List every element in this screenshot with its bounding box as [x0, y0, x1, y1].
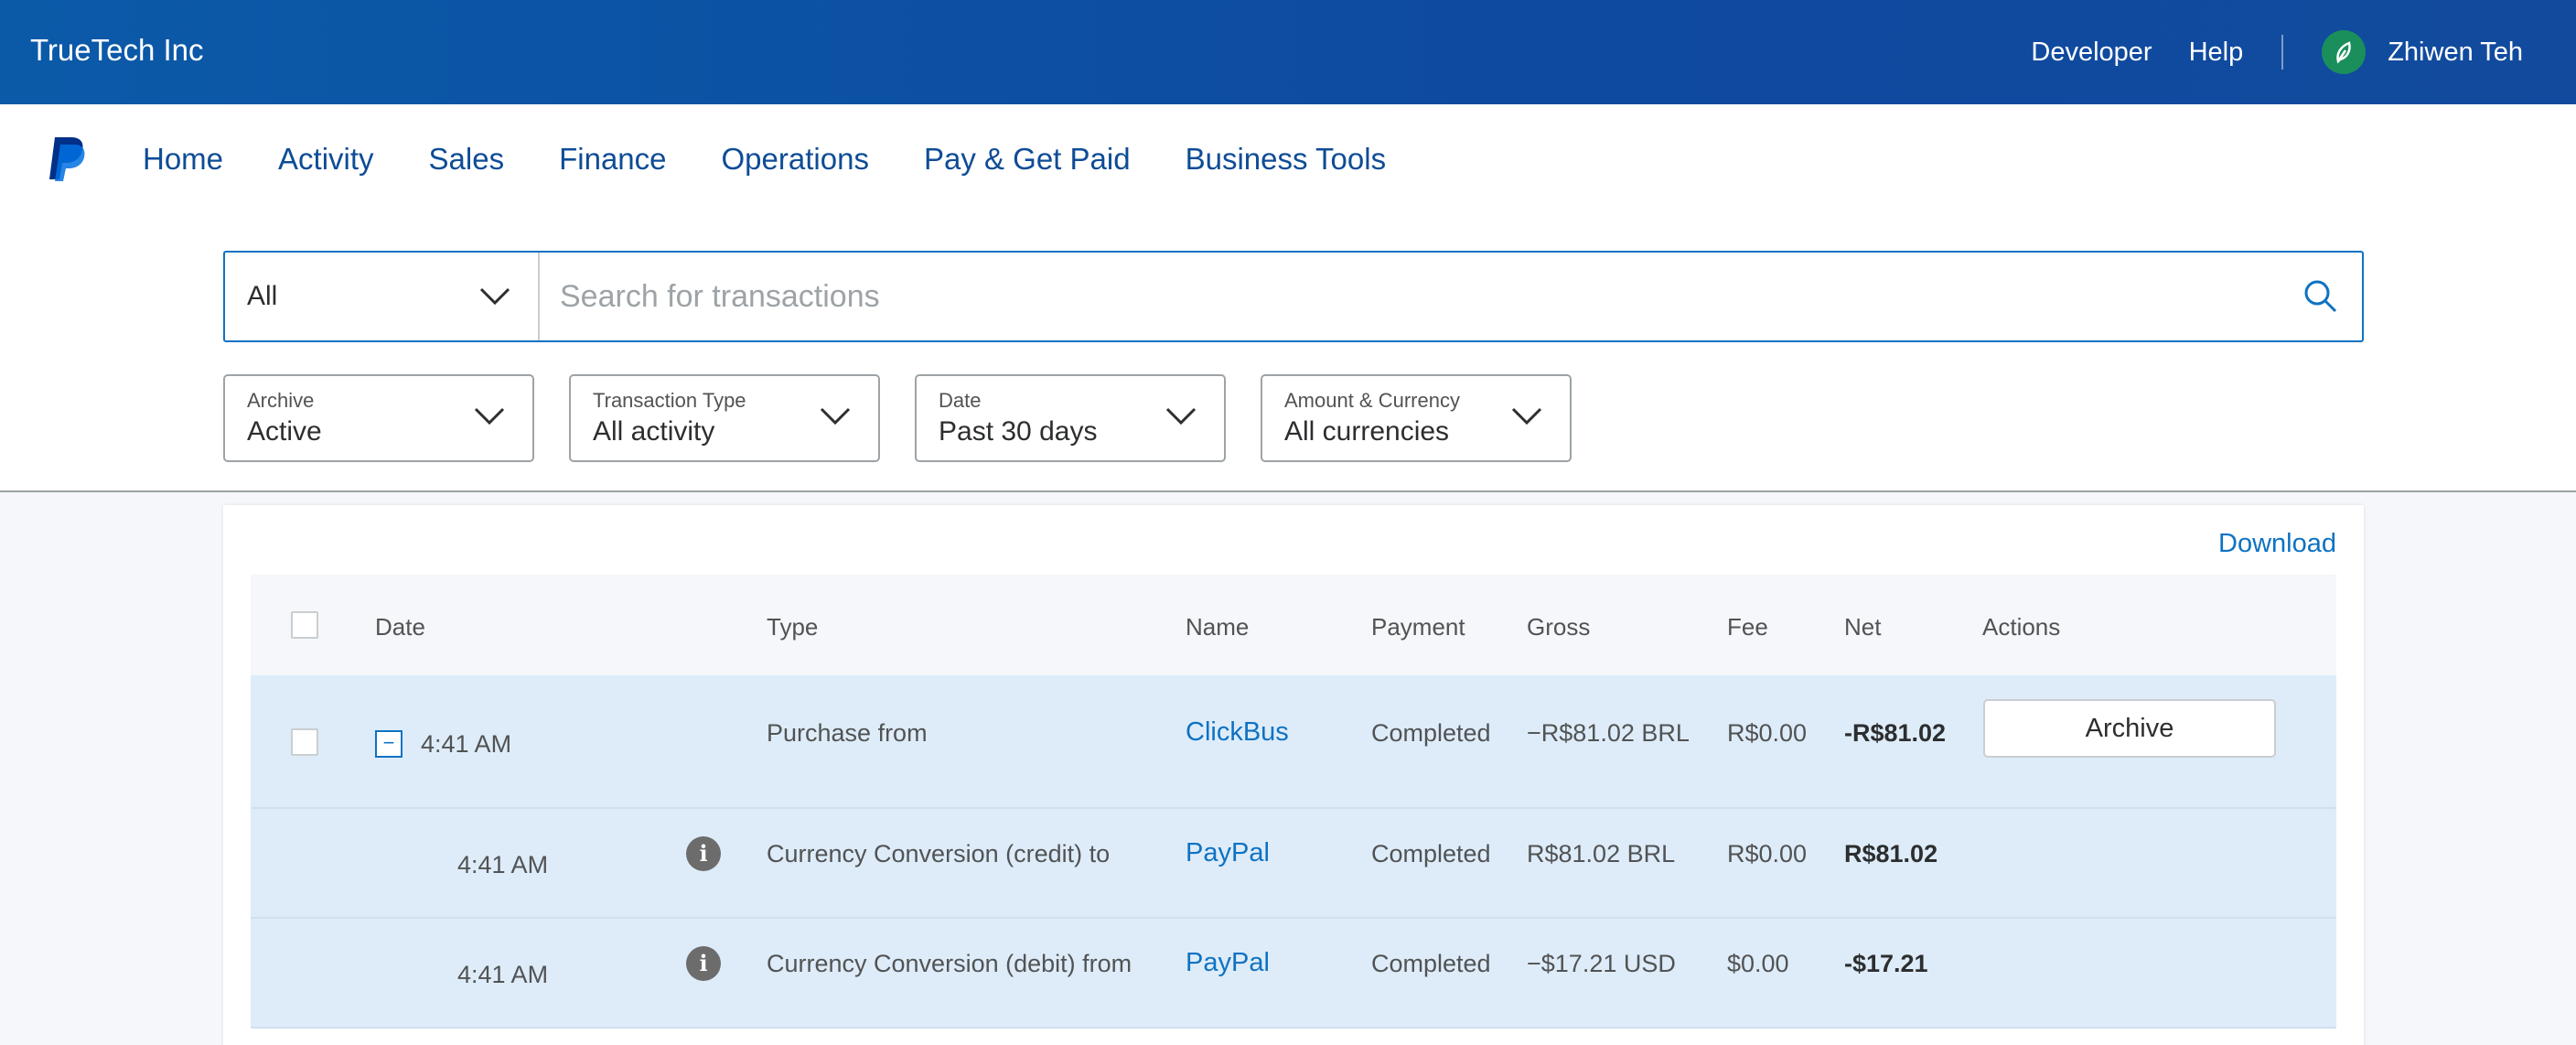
column-header-payment: Payment [1371, 613, 1465, 641]
search-input[interactable] [540, 253, 2280, 340]
row-name-link[interactable]: PayPal [1186, 838, 1270, 868]
amount-currency-filter[interactable]: Amount & Currency All currencies [1261, 374, 1572, 462]
chevron-down-icon [1511, 407, 1542, 426]
row-gross: R$81.02 BRL [1527, 840, 1676, 867]
column-header-date[interactable]: Date [375, 613, 425, 641]
search-button[interactable] [2280, 253, 2362, 340]
nav-business-tools[interactable]: Business Tools [1186, 142, 1387, 177]
archive-button[interactable]: Archive [1983, 699, 2276, 758]
filter-value: Active [247, 416, 322, 447]
row-gross: −R$81.02 BRL [1527, 719, 1690, 747]
info-icon[interactable]: i [686, 836, 721, 871]
nav-activity[interactable]: Activity [278, 142, 374, 177]
row-name-link[interactable]: ClickBus [1186, 717, 1289, 748]
row-time: 4:41 AM [457, 851, 549, 878]
select-all-checkbox[interactable] [291, 611, 318, 639]
column-header-name: Name [1186, 613, 1250, 641]
row-payment-status: Completed [1371, 840, 1491, 867]
chevron-down-icon [474, 407, 505, 426]
search-scope-select[interactable]: All [225, 253, 540, 340]
top-divider [2281, 35, 2284, 70]
help-link[interactable]: Help [2189, 38, 2244, 68]
row-net: R$81.02 [1844, 840, 1938, 867]
column-header-type: Type [767, 613, 819, 641]
transaction-type-filter[interactable]: Transaction Type All activity [569, 374, 880, 462]
filter-label: Archive [247, 389, 315, 412]
filter-area: All Archive Active Transaction Type All … [0, 214, 2576, 492]
nav-sales[interactable]: Sales [429, 142, 505, 177]
chevron-down-icon [1165, 407, 1197, 426]
table-row[interactable]: 4:41 AM i Currency Conversion (debit) fr… [251, 919, 2336, 1029]
collapse-button[interactable]: − [375, 730, 402, 758]
avatar[interactable] [2322, 30, 2367, 74]
download-link[interactable]: Download [2218, 529, 2336, 559]
nav-finance[interactable]: Finance [559, 142, 666, 177]
company-name: TrueTech Inc [30, 33, 204, 67]
top-right-menu: Developer Help Zhiwen Teh [1994, 0, 2523, 104]
table-header: Date Type Name Payment Gross Fee Net Act… [251, 575, 2336, 675]
paypal-logo-icon[interactable] [46, 135, 86, 183]
search-icon [2304, 280, 2337, 313]
developer-link[interactable]: Developer [2031, 38, 2152, 68]
table-row[interactable]: − 4:41 AM Purchase from ClickBus Complet… [251, 675, 2336, 809]
nav-home[interactable]: Home [143, 142, 223, 177]
row-payment-status: Completed [1371, 719, 1491, 747]
row-net: -$17.21 [1844, 950, 1928, 977]
row-type: Purchase from [767, 719, 928, 747]
date-filter[interactable]: Date Past 30 days [915, 374, 1226, 462]
chevron-down-icon [479, 287, 510, 306]
row-fee: $0.00 [1727, 950, 1789, 977]
chevron-down-icon [820, 407, 851, 426]
filter-label: Amount & Currency [1284, 389, 1460, 412]
user-name[interactable]: Zhiwen Teh [2388, 38, 2523, 68]
column-header-actions: Actions [1982, 613, 2061, 641]
row-name-link[interactable]: PayPal [1186, 948, 1270, 978]
transactions-table: Date Type Name Payment Gross Fee Net Act… [251, 575, 2336, 1029]
row-fee: R$0.00 [1727, 719, 1808, 747]
transactions-panel: Download Date Type Name Payment Gross Fe… [223, 505, 2364, 1045]
filter-label: Transaction Type [593, 389, 746, 412]
search-box: All [223, 251, 2364, 342]
row-payment-status: Completed [1371, 950, 1491, 977]
filter-value: All currencies [1284, 416, 1450, 447]
filter-value: All activity [593, 416, 715, 447]
row-type: Currency Conversion (debit) from [767, 950, 1132, 977]
table-row[interactable]: 4:41 AM i Currency Conversion (credit) t… [251, 809, 2336, 919]
nav-operations[interactable]: Operations [722, 142, 869, 177]
top-bar: TrueTech Inc Developer Help Zhiwen Teh [0, 0, 2576, 104]
filter-row: Archive Active Transaction Type All acti… [223, 374, 1606, 462]
row-time: 4:41 AM [421, 730, 512, 758]
row-gross: −$17.21 USD [1527, 950, 1676, 977]
archive-filter[interactable]: Archive Active [223, 374, 534, 462]
row-time: 4:41 AM [457, 961, 549, 988]
nav-pay-get-paid[interactable]: Pay & Get Paid [924, 142, 1131, 177]
column-header-gross: Gross [1527, 613, 1591, 641]
filter-label: Date [939, 389, 982, 412]
search-scope-value: All [247, 281, 278, 311]
filter-value: Past 30 days [939, 416, 1098, 447]
info-icon[interactable]: i [686, 946, 721, 981]
row-type: Currency Conversion (credit) to [767, 840, 1111, 867]
column-header-net: Net [1844, 613, 1882, 641]
column-header-fee: Fee [1727, 613, 1768, 641]
row-net: -R$81.02 [1844, 719, 1947, 747]
leaf-icon [2336, 41, 2351, 64]
row-checkbox[interactable] [291, 728, 318, 756]
main-nav: Home Activity Sales Finance Operations P… [0, 104, 2576, 214]
row-fee: R$0.00 [1727, 840, 1808, 867]
